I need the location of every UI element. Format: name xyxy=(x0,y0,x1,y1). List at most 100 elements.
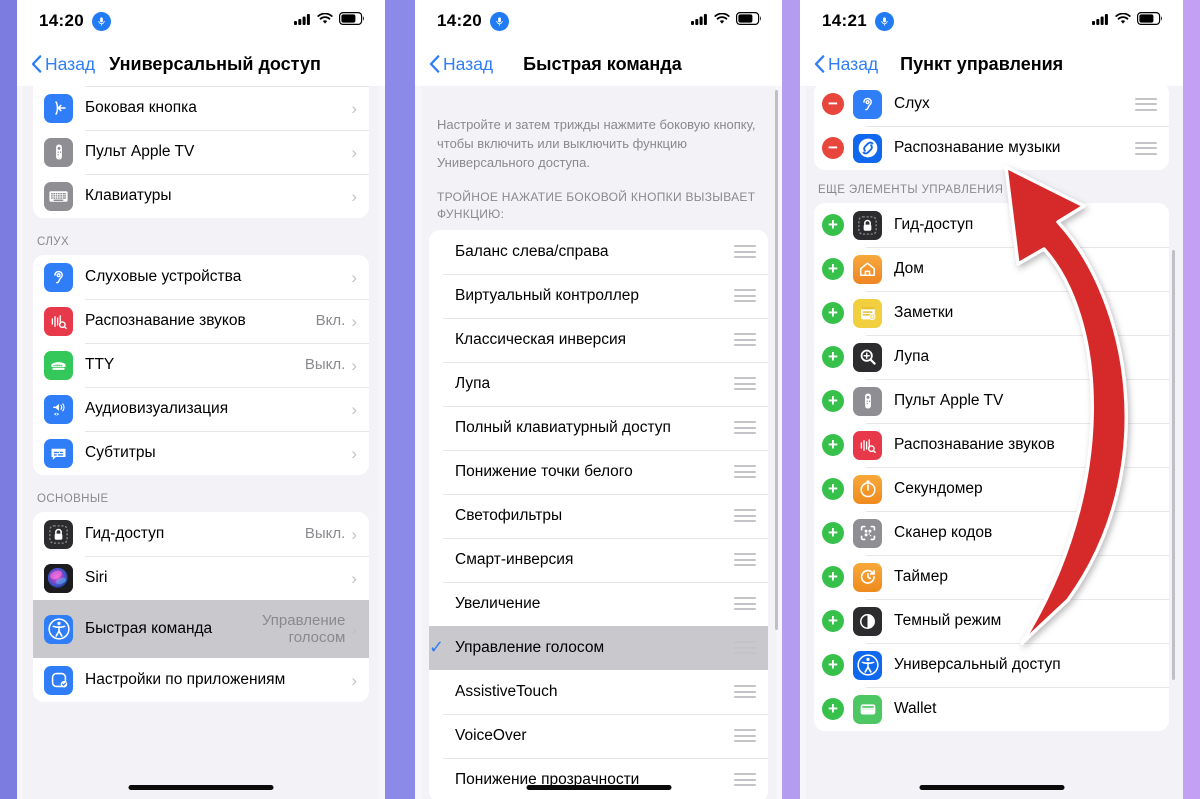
shortcut-scroll-area[interactable]: Настройте и затем трижды нажмите боковую… xyxy=(415,86,782,799)
table-row[interactable]: ✓ Понижение прозрачности xyxy=(429,757,768,799)
table-row[interactable]: ✓ Понижение точки белого xyxy=(429,449,768,494)
table-row[interactable]: + Таймер xyxy=(814,555,1169,599)
reorder-handle-icon[interactable] xyxy=(734,421,756,435)
chevron-right-icon: › xyxy=(351,355,357,375)
table-row[interactable]: + Универсальный доступ xyxy=(814,643,1169,687)
table-row[interactable]: + Заметки xyxy=(814,291,1169,335)
table-row[interactable]: + Лупа xyxy=(814,335,1169,379)
table-row[interactable]: ✓ Классическая инверсия xyxy=(429,317,768,362)
list-section-header: ТРОЙНОЕ НАЖАТИЕ БОКОВОЙ КНОПКИ ВЫЗЫВАЕТ … xyxy=(437,189,756,221)
add-control-button[interactable]: + xyxy=(822,390,844,412)
back-button[interactable]: Назад xyxy=(429,54,493,75)
table-row[interactable]: + Темный режим xyxy=(814,599,1169,643)
notes-icon xyxy=(853,298,882,328)
table-row[interactable]: + Wallet xyxy=(814,687,1169,731)
add-control-button[interactable]: + xyxy=(822,478,844,500)
row-label: Дом xyxy=(894,260,924,278)
add-control-button[interactable]: + xyxy=(822,434,844,456)
reorder-handle-icon[interactable] xyxy=(1135,141,1157,155)
ear-icon xyxy=(853,89,882,119)
table-row[interactable]: ✓ Увеличение xyxy=(429,581,768,626)
table-row[interactable]: ✓ AssistiveTouch xyxy=(429,669,768,714)
table-row[interactable]: Субтитры › xyxy=(33,431,369,475)
back-button[interactable]: Назад xyxy=(814,54,878,75)
add-control-button[interactable]: + xyxy=(822,566,844,588)
reorder-handle-icon[interactable] xyxy=(734,509,756,523)
divider-purple-2 xyxy=(782,0,800,799)
table-row[interactable]: Распознавание звуков Вкл. › xyxy=(33,299,369,343)
table-row[interactable]: + Распознавание звуков xyxy=(814,423,1169,467)
row-label: Лупа xyxy=(894,348,930,366)
microphone-icon xyxy=(489,11,509,31)
checkmark-icon: ✓ xyxy=(429,241,455,262)
add-control-button[interactable]: + xyxy=(822,258,844,280)
scroll-indicator[interactable] xyxy=(775,90,778,630)
add-control-button[interactable]: + xyxy=(822,654,844,676)
row-label: Гид-доступ xyxy=(894,216,974,234)
table-row[interactable]: Гид-доступ Выкл. › xyxy=(33,512,369,556)
reorder-handle-icon[interactable] xyxy=(734,289,756,303)
reorder-handle-icon[interactable] xyxy=(734,245,756,259)
remove-control-button[interactable]: − xyxy=(822,93,844,115)
add-control-button[interactable]: + xyxy=(822,522,844,544)
status-left: 14:20 xyxy=(437,11,509,31)
row-value: Вкл. xyxy=(315,312,346,330)
control-center-scroll-area[interactable]: − Слух − Распознавание музыки ЕЩЕ ЭЛЕМЕН… xyxy=(800,86,1183,799)
reorder-handle-icon[interactable] xyxy=(734,597,756,611)
wifi-icon xyxy=(714,12,730,30)
table-row[interactable]: Настройки по приложениям › xyxy=(33,658,369,702)
reorder-handle-icon[interactable] xyxy=(734,773,756,787)
nav-bar: Назад Пункт управления xyxy=(800,42,1183,86)
remove-control-button[interactable]: − xyxy=(822,137,844,159)
reorder-handle-icon[interactable] xyxy=(734,685,756,699)
reorder-handle-icon[interactable] xyxy=(734,729,756,743)
table-row[interactable]: ✓ Баланс слева/справа xyxy=(429,229,768,274)
table-row[interactable]: + Секундомер xyxy=(814,467,1169,511)
reorder-handle-icon[interactable] xyxy=(734,553,756,567)
reorder-handle-icon[interactable] xyxy=(1135,97,1157,111)
panel1-right-edge xyxy=(379,0,385,799)
back-button[interactable]: Назад xyxy=(31,54,95,75)
table-row[interactable]: − Распознавание музыки xyxy=(814,126,1169,170)
side-button-icon xyxy=(44,93,73,123)
table-row[interactable]: ✓ Светофильтры xyxy=(429,493,768,538)
ear-icon xyxy=(44,262,73,292)
add-control-button[interactable]: + xyxy=(822,346,844,368)
scroll-indicator[interactable] xyxy=(1172,250,1175,680)
table-row[interactable]: Клавиатуры › xyxy=(33,174,369,218)
table-row[interactable]: Аудиовизуализация › xyxy=(33,387,369,431)
table-row[interactable]: ✓ Полный клавиатурный доступ xyxy=(429,405,768,450)
table-row[interactable]: Боковая кнопка › xyxy=(33,86,369,130)
table-row[interactable]: + Дом xyxy=(814,247,1169,291)
reorder-handle-icon[interactable] xyxy=(734,333,756,347)
reorder-handle-icon[interactable] xyxy=(734,465,756,479)
table-row[interactable]: ✓ Виртуальный контроллер xyxy=(429,273,768,318)
table-row-voice-control-selected[interactable]: ✓ Управление голосом xyxy=(429,625,768,670)
reorder-handle-icon[interactable] xyxy=(734,641,756,655)
row-label: Боковая кнопка xyxy=(85,99,197,117)
table-row[interactable]: + Пульт Apple TV xyxy=(814,379,1169,423)
table-row[interactable]: ✓ Лупа xyxy=(429,361,768,406)
row-label: Баланс слева/справа xyxy=(455,242,609,260)
checkmark-icon: ✓ xyxy=(429,725,455,746)
included-controls-card: − Слух − Распознавание музыки xyxy=(814,86,1169,170)
add-control-button[interactable]: + xyxy=(822,610,844,632)
row-label: Понижение точки белого xyxy=(455,462,633,480)
table-row-shortcut-selected[interactable]: Быстрая команда Управление голосом › xyxy=(33,600,369,658)
table-row[interactable]: Пульт Apple TV › xyxy=(33,130,369,174)
add-control-button[interactable]: + xyxy=(822,698,844,720)
table-row[interactable]: Слуховые устройства › xyxy=(33,255,369,299)
table-row[interactable]: ✓ Смарт-инверсия xyxy=(429,537,768,582)
table-row[interactable]: ✓ VoiceOver xyxy=(429,713,768,758)
row-label: Смарт-инверсия xyxy=(455,550,574,568)
table-row[interactable]: − Слух xyxy=(814,86,1169,126)
reorder-handle-icon[interactable] xyxy=(734,377,756,391)
table-row[interactable]: + Сканер кодов xyxy=(814,511,1169,555)
add-control-button[interactable]: + xyxy=(822,302,844,324)
add-control-button[interactable]: + xyxy=(822,214,844,236)
table-row[interactable]: TTY Выкл. › xyxy=(33,343,369,387)
nav-bar: Назад Быстрая команда xyxy=(415,42,782,86)
table-row[interactable]: Siri › xyxy=(33,556,369,600)
settings-scroll-area[interactable]: Боковая кнопка › Пульт Apple TV › Клавиа… xyxy=(17,86,385,799)
table-row[interactable]: + Гид-доступ xyxy=(814,203,1169,247)
